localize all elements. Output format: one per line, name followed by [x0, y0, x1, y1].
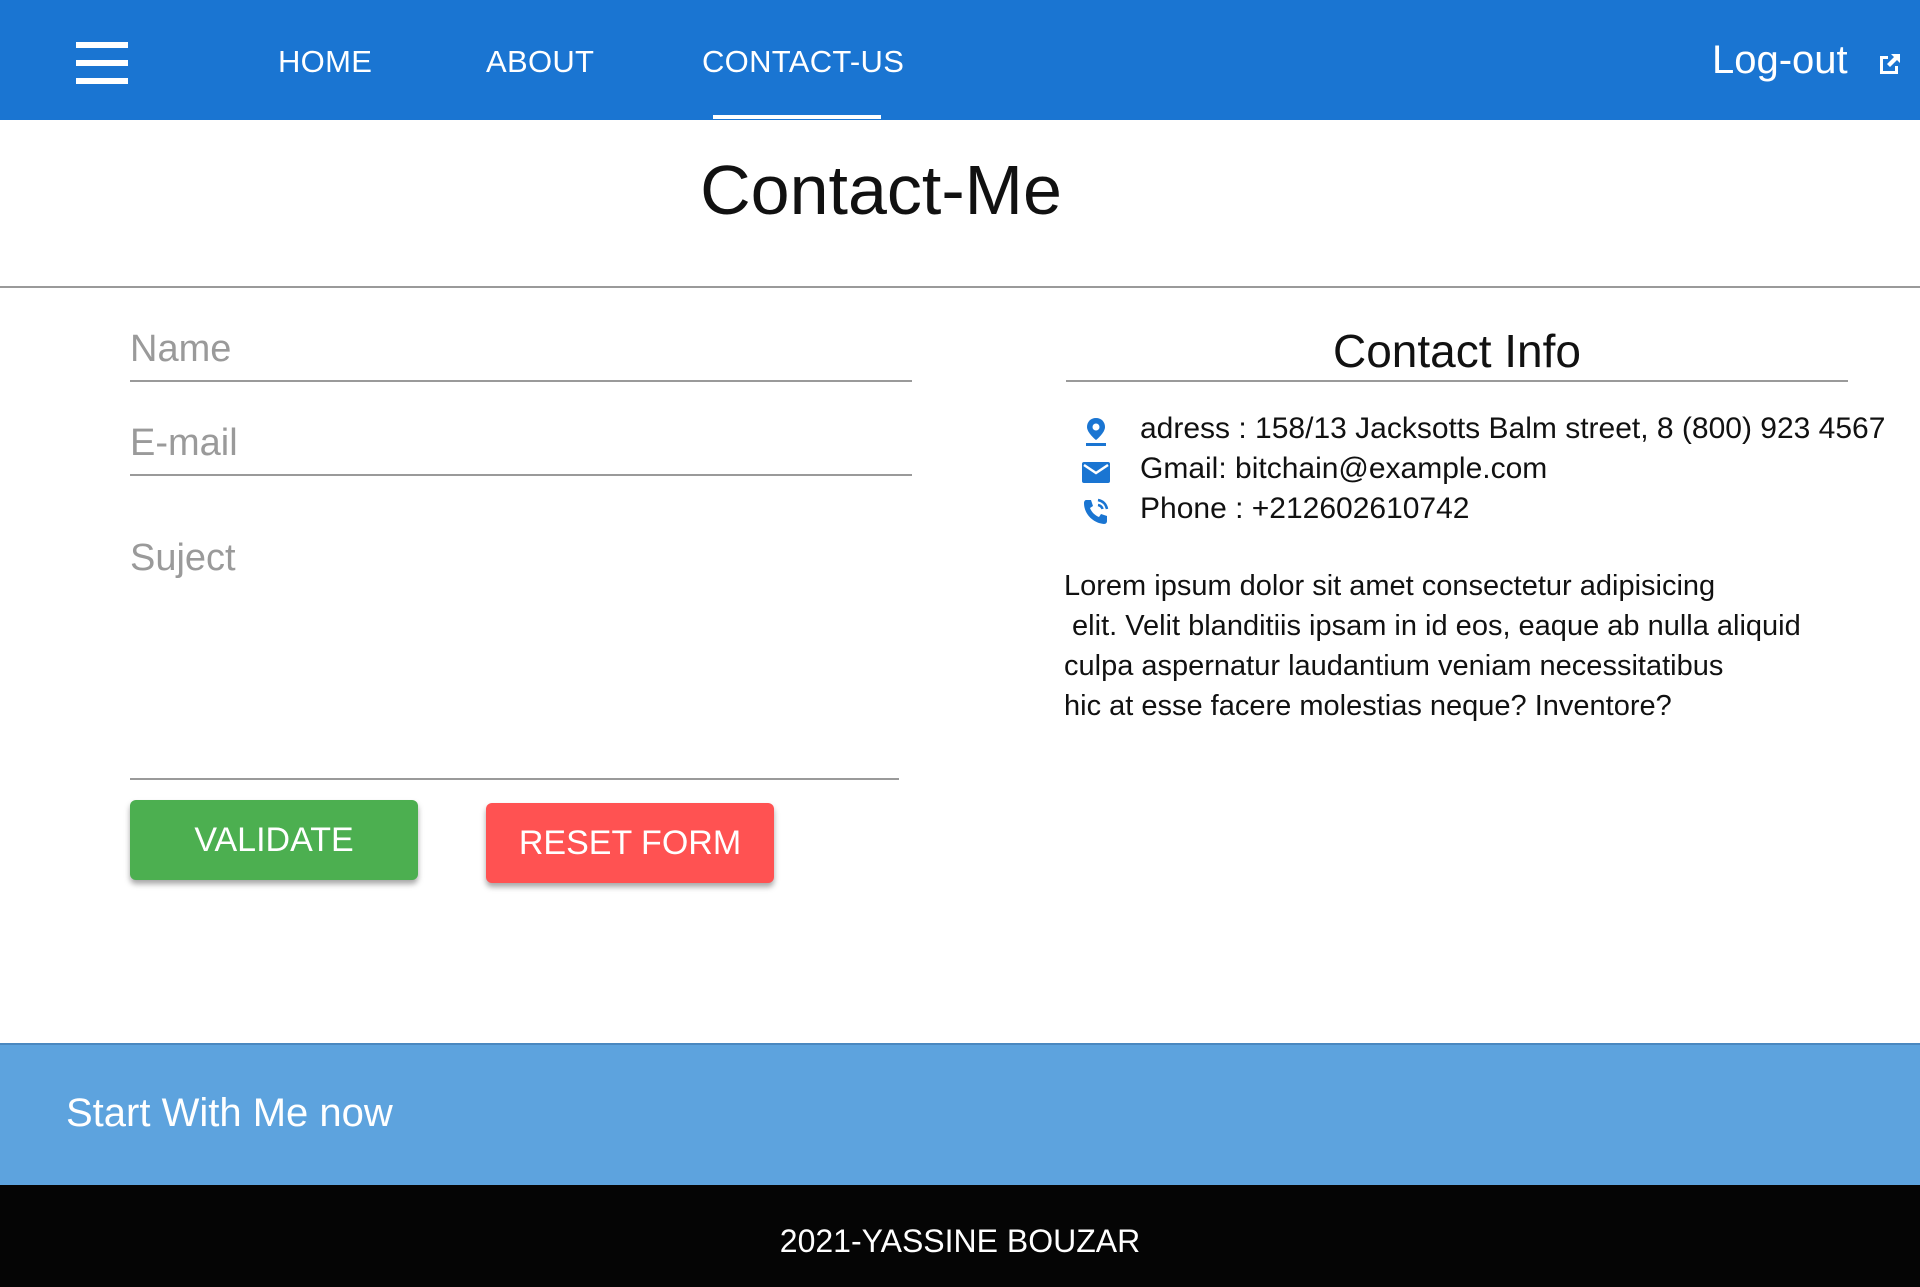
start-with-me-link[interactable]: Start With Me now [66, 1091, 393, 1136]
validate-button[interactable]: VALIDATE [130, 800, 418, 880]
name-input[interactable] [130, 318, 912, 382]
active-tab-indicator [713, 115, 881, 119]
reset-form-button[interactable]: RESET FORM [486, 803, 774, 883]
contact-description: Lorem ipsum dolor sit amet consectetur a… [1064, 570, 1801, 722]
mail-icon [1082, 462, 1110, 483]
address-text: adress : 158/13 Jacksotts Balm street, 8… [1140, 412, 1886, 445]
external-link-icon[interactable] [1876, 50, 1904, 78]
nav-link-about[interactable]: ABOUT [486, 44, 594, 80]
contact-info-divider [1066, 380, 1848, 382]
footer-copyright: 2021-YASSINE BOUZAR [779, 1223, 1141, 1259]
hamburger-icon[interactable] [76, 42, 128, 84]
phone-icon [1084, 498, 1109, 524]
email-input[interactable] [130, 412, 912, 476]
contact-info-title: Contact Info [1332, 325, 1582, 377]
gmail-text: Gmail: bitchain@example.com [1140, 452, 1548, 485]
page-title: Contact-Me [700, 151, 1062, 229]
phone-text: Phone : +212602610742 [1140, 492, 1470, 525]
top-navbar: HOME ABOUT CONTACT-US Log-out [0, 0, 1920, 120]
nav-link-home[interactable]: HOME [278, 44, 372, 80]
location-pin-icon [1086, 418, 1106, 446]
nav-link-contact-us[interactable]: CONTACT-US [702, 44, 904, 80]
logout-link[interactable]: Log-out [1712, 38, 1848, 83]
title-divider [0, 286, 1920, 288]
page-footer: 2021-YASSINE BOUZAR [0, 1185, 1920, 1287]
cta-band: Start With Me now [0, 1043, 1920, 1185]
subject-textarea[interactable] [130, 530, 899, 780]
